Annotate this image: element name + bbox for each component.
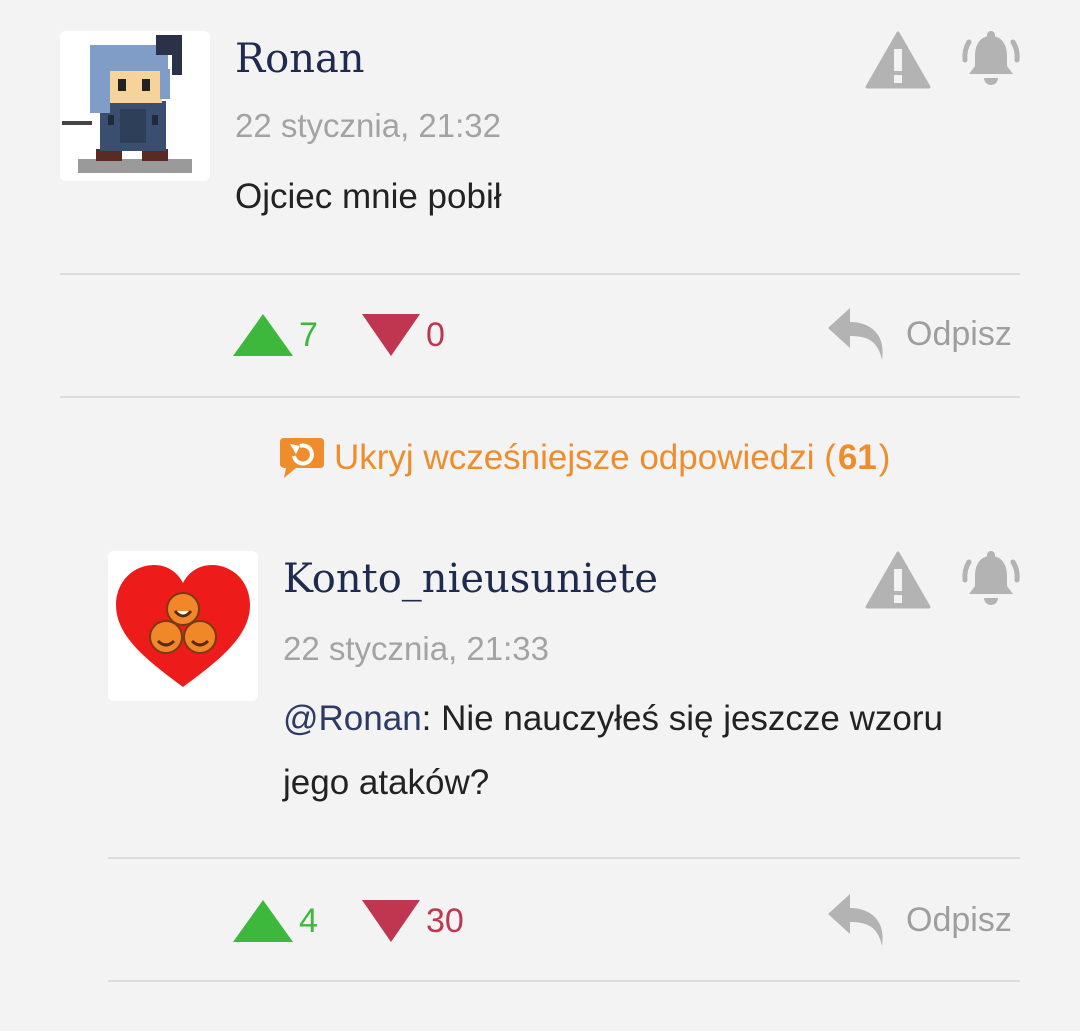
mention-link[interactable]: @Ronan [283,699,422,738]
downvote-count: 0 [426,315,445,354]
bell-icon[interactable] [960,550,1022,610]
hide-earlier-close: ) [878,438,891,477]
downvote-button[interactable]: 0 [362,314,445,356]
upvote-icon [233,900,293,942]
comment-timestamp: 22 stycznia, 21:33 [283,630,549,667]
upvote-button[interactable]: 4 [233,900,318,942]
comment-timestamp: 22 stycznia, 21:32 [235,107,501,144]
comment-text: Ojciec mnie pobił [235,177,502,216]
downvote-icon [362,900,420,942]
upvote-button[interactable]: 7 [233,314,318,356]
upvote-count: 4 [299,901,318,940]
upvote-icon [233,314,293,356]
reply-icon [828,894,883,946]
reply-icon [828,308,883,360]
upvote-count: 7 [299,315,318,354]
reply-label: Odpisz [906,900,1012,939]
reply-button[interactable]: Odpisz [826,306,1012,362]
reply-label: Odpisz [906,314,1012,353]
divider [108,857,1020,859]
comment-author[interactable]: Konto_nieusuniete [283,556,658,602]
avatar-konto[interactable] [108,551,258,701]
downvote-button[interactable]: 30 [362,900,464,942]
hide-earlier-label: Ukryj wcześniejsze odpowiedzi ( [334,438,836,477]
downvote-icon [362,314,420,356]
reply-button[interactable]: Odpisz [826,892,1012,948]
divider [108,980,1020,982]
avatar-ronan[interactable] [60,31,210,181]
bell-icon[interactable] [960,30,1022,90]
divider [60,273,1020,275]
warning-icon[interactable] [865,31,931,89]
heart-smileys-avatar-image [108,551,258,701]
downvote-count: 30 [426,901,464,940]
pixel-character-avatar-image [60,31,210,181]
hide-replies-icon [280,438,324,478]
divider [60,396,1020,398]
warning-icon[interactable] [865,551,931,609]
comment-author[interactable]: Ronan [235,36,365,82]
comment-text: @Ronan: Nie nauczyłeś się jeszcze wzoru … [283,687,1003,815]
hide-earlier-count: 61 [837,438,877,477]
hide-earlier-replies-link[interactable]: Ukryj wcześniejsze odpowiedzi (61) [278,434,890,482]
